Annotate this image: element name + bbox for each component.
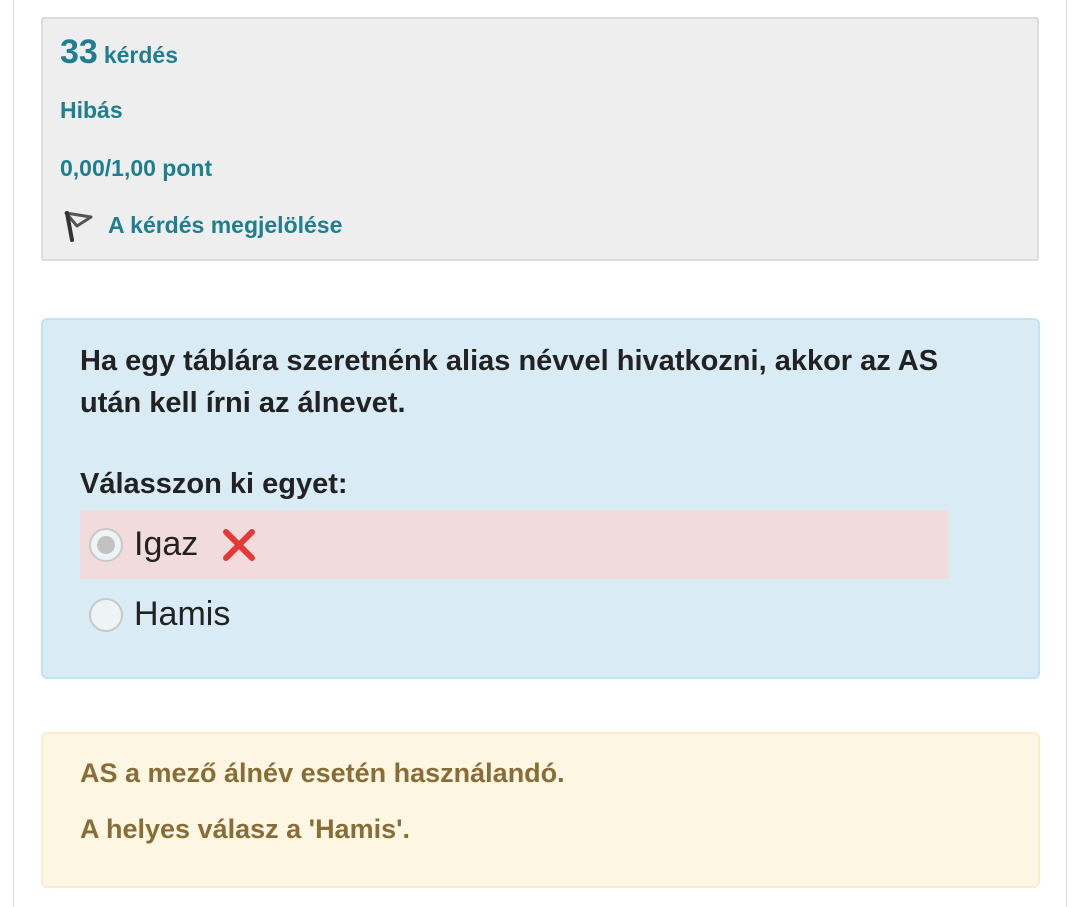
flag-question-label[interactable]: A kérdés megjelölése — [108, 212, 342, 239]
answer-label-hamis[interactable]: Hamis — [134, 595, 230, 634]
answer-prompt: Válasszon ki egyet: — [80, 468, 348, 500]
answer-option-hamis[interactable]: Hamis — [80, 580, 949, 649]
question-formulation: Ha egy táblára szeretnénk alias névvel h… — [41, 318, 1040, 679]
flag-question-button[interactable]: A kérdés megjelölése — [60, 207, 342, 243]
question-info-panel: 33 kérdés Hibás 0,00/1,00 pont A kérdés m… — [41, 17, 1039, 261]
question-text: Ha egy táblára szeretnénk alias névvel h… — [80, 345, 939, 419]
right-answer-feedback: A helyes válasz a 'Hamis'. — [80, 814, 411, 844]
question-number-word: kérdés — [103, 42, 178, 68]
feedback-panel: AS a mező álnév esetén használandó. A he… — [41, 732, 1040, 888]
question-grade: 0,00/1,00 pont — [60, 155, 213, 181]
radio-button-igaz[interactable] — [89, 527, 123, 562]
flag-icon[interactable] — [60, 207, 96, 243]
cross-icon — [220, 526, 258, 564]
answer-label-igaz[interactable]: Igaz — [134, 525, 198, 564]
question-number: 33 kérdés — [60, 33, 178, 72]
general-feedback: AS a mező álnév esetén használandó. — [80, 758, 565, 788]
answer-option-igaz[interactable]: Igaz — [80, 510, 949, 579]
question-number-value: 33 — [60, 33, 98, 71]
radio-button-hamis[interactable] — [89, 597, 123, 632]
page-border-right — [1066, 0, 1067, 907]
question-state: Hibás — [60, 97, 123, 123]
page-border-left — [13, 0, 14, 907]
